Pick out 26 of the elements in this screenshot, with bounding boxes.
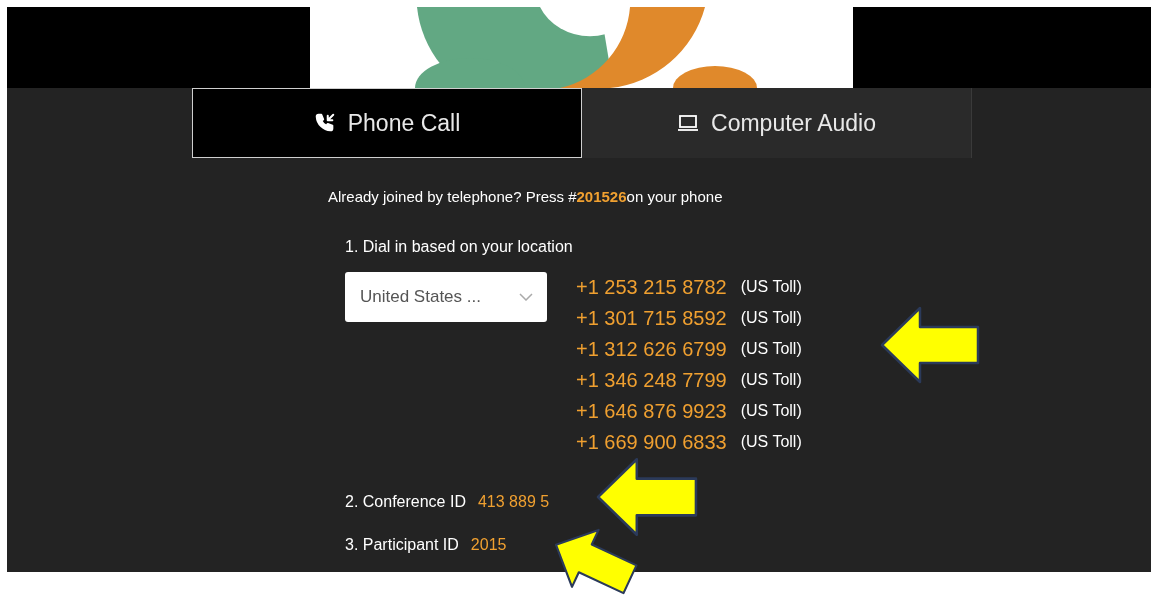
dial-in-number[interactable]: +1 646 876 9923	[576, 396, 727, 426]
dial-in-number[interactable]: +1 312 626 6799	[576, 334, 727, 364]
number-type: (US Toll)	[740, 339, 802, 359]
joined-note: Already joined by telephone? Press #201526on your phone	[328, 187, 724, 207]
step-label: 1. Dial in based on your location	[345, 236, 574, 257]
audio-tab[interactable]: Computer Audio	[582, 88, 972, 158]
arrow-icon	[596, 456, 698, 538]
number-type: (US Toll)	[740, 308, 802, 328]
arrow-icon	[879, 305, 981, 385]
audio-tab[interactable]: Phone Call	[192, 88, 582, 158]
conference-id: 413 889 5	[477, 491, 550, 512]
dial-in-number[interactable]: +1 346 248 7799	[576, 365, 727, 395]
chevron-down-icon	[519, 292, 533, 301]
dial-in-number[interactable]: +1 301 715 8592	[576, 303, 727, 333]
dial-in-number[interactable]: +1 669 900 6833	[576, 427, 727, 457]
step-label: 2. Conference ID	[345, 491, 466, 512]
laptop-icon	[677, 114, 700, 132]
participant-id: 2015	[470, 534, 507, 555]
country-dropdown[interactable]: United States ...	[345, 271, 547, 322]
phone-icon	[313, 112, 336, 134]
number-type: (US Toll)	[740, 370, 802, 390]
number-type: (US Toll)	[740, 401, 802, 421]
step-label: 3. Participant ID	[345, 534, 459, 555]
dial-in-number[interactable]: +1 253 215 8782	[576, 272, 727, 302]
number-type: (US Toll)	[740, 432, 802, 452]
number-type: (US Toll)	[740, 277, 802, 297]
